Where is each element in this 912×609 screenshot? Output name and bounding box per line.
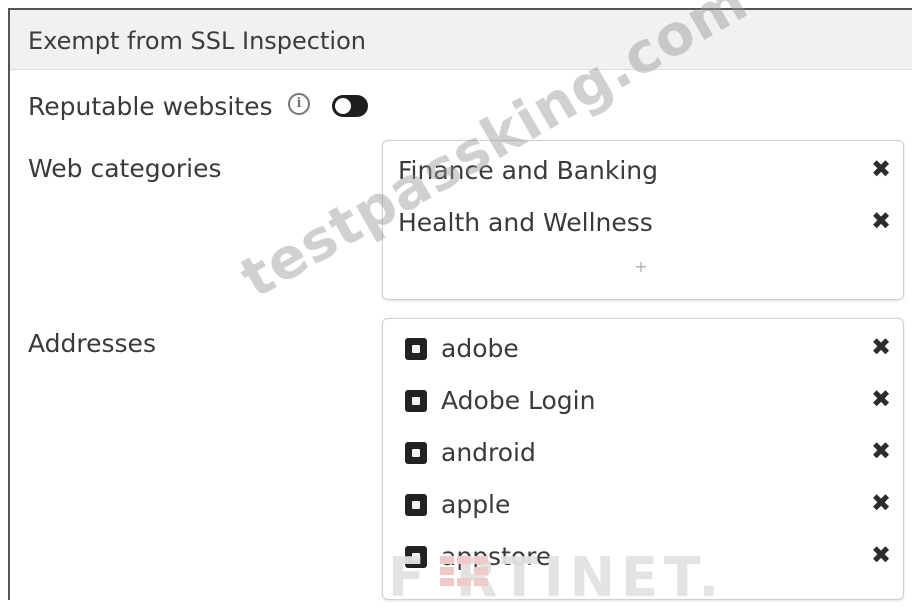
- list-item: Adobe Login ✖: [383, 377, 903, 427]
- section-title: Exempt from SSL Inspection: [28, 27, 366, 55]
- web-categories-list[interactable]: Finance and Banking ✖ Health and Wellnes…: [382, 140, 904, 300]
- remove-icon[interactable]: ✖: [867, 155, 895, 183]
- list-item: Finance and Banking ✖: [383, 147, 903, 197]
- remove-icon[interactable]: ✖: [867, 489, 895, 517]
- list-item: android ✖: [383, 429, 903, 479]
- addresses-label: Addresses: [28, 329, 156, 358]
- list-item: appstore ✖: [383, 533, 903, 583]
- list-item: adobe ✖: [383, 325, 903, 375]
- info-icon[interactable]: i: [288, 93, 310, 115]
- category-label: Health and Wellness: [398, 208, 653, 237]
- section-header: Exempt from SSL Inspection: [10, 10, 912, 70]
- address-object-icon: [405, 338, 427, 360]
- reputable-websites-label: Reputable websites: [28, 92, 273, 121]
- address-object-icon: [405, 390, 427, 412]
- list-item: apple ✖: [383, 481, 903, 531]
- address-label: android: [441, 438, 536, 467]
- add-icon[interactable]: +: [631, 257, 651, 277]
- remove-icon[interactable]: ✖: [867, 207, 895, 235]
- address-object-icon: [405, 442, 427, 464]
- list-item: Health and Wellness ✖: [383, 199, 903, 249]
- address-label: Adobe Login: [441, 386, 596, 415]
- remove-icon[interactable]: ✖: [867, 437, 895, 465]
- toggle-knob: [335, 98, 351, 114]
- address-label: apple: [441, 490, 511, 519]
- category-label: Finance and Banking: [398, 156, 659, 185]
- reputable-websites-toggle[interactable]: [332, 95, 368, 117]
- address-label: appstore: [441, 542, 552, 571]
- web-categories-label: Web categories: [28, 154, 222, 183]
- remove-icon[interactable]: ✖: [867, 385, 895, 413]
- remove-icon[interactable]: ✖: [867, 333, 895, 361]
- remove-icon[interactable]: ✖: [867, 541, 895, 569]
- address-label: adobe: [441, 334, 519, 363]
- address-object-icon: [405, 494, 427, 516]
- addresses-list[interactable]: adobe ✖ Adobe Login ✖ android ✖ apple ✖ …: [382, 318, 904, 600]
- address-object-icon: [405, 546, 427, 568]
